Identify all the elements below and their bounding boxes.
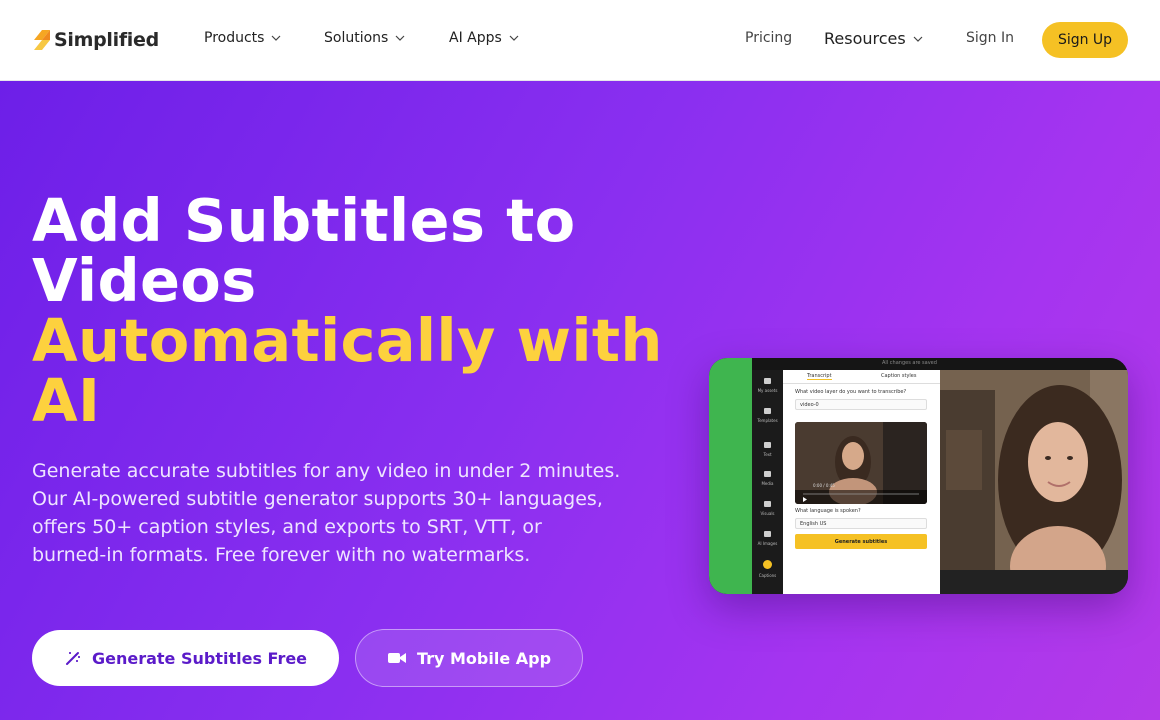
panel-video-thumbnail: 0:00 / 0:45 — [795, 422, 927, 504]
sidebar-item-label: My assets — [757, 388, 778, 393]
captions-icon — [763, 560, 772, 569]
hero-title-line-1: Add Subtitles to — [32, 186, 576, 255]
grid-icon — [764, 408, 771, 414]
sidebar-item-text: Text — [752, 442, 783, 457]
text-icon — [764, 442, 771, 448]
nav-products[interactable]: Products — [204, 30, 282, 46]
timeline-bar — [940, 570, 1128, 594]
crown-icon — [764, 501, 771, 507]
player-time: 0:00 / 0:45 — [813, 483, 835, 488]
editor-sidebar: My assets Templates Text Media Visuals A… — [752, 370, 783, 594]
sidebar-item-label: Text — [763, 452, 772, 457]
top-navigation: Simplified Products Solutions AI Apps Pr… — [0, 0, 1160, 81]
video-camera-icon — [387, 653, 406, 663]
simplified-logo-icon — [32, 28, 52, 52]
sidebar-item-captions: Captions — [752, 560, 783, 578]
sign-up-button[interactable]: Sign Up — [1042, 22, 1128, 58]
green-screen-strip — [709, 358, 752, 594]
magic-wand-icon — [65, 652, 80, 665]
brand-logo[interactable]: Simplified — [32, 28, 159, 52]
nav-resources-label: Resources — [824, 29, 906, 48]
hero-description: Generate accurate subtitles for any vide… — [32, 460, 621, 566]
sign-in-label: Sign In — [966, 30, 1014, 46]
hero-title-highlight-2: AI — [32, 366, 101, 435]
subtitle-editor-preview: All changes are saved My assets Template… — [709, 358, 1128, 594]
nav-resources[interactable]: Resources — [824, 29, 924, 48]
tab-transcript: Transcript — [807, 373, 832, 380]
brand-name: Simplified — [54, 29, 159, 51]
nav-pricing[interactable]: Pricing — [745, 30, 792, 46]
nav-ai-apps[interactable]: AI Apps — [449, 30, 520, 46]
sidebar-item-visuals: Visuals — [752, 501, 783, 516]
sidebar-item-label: Visuals — [760, 511, 775, 516]
tab-caption-styles: Caption styles — [881, 373, 917, 379]
folder-icon — [764, 378, 771, 384]
language-select: English US — [795, 518, 927, 529]
image-icon — [764, 471, 771, 477]
generate-subtitles-label: Generate Subtitles Free — [91, 648, 308, 668]
sidebar-item-label: AI Images — [757, 541, 778, 546]
sidebar-item-label: Templates — [757, 418, 778, 423]
try-mobile-app-label: Try Mobile App — [416, 648, 552, 668]
panel-tabs: Transcript Caption styles — [783, 370, 940, 384]
nav-ai-apps-label: AI Apps — [449, 30, 502, 46]
video-layer-select: video-0 — [795, 399, 927, 410]
sidebar-item-ai-images: AI Images — [752, 531, 783, 546]
editor-topbar: All changes are saved — [752, 358, 1128, 370]
chevron-down-icon — [272, 35, 281, 41]
sidebar-item-media: Media — [752, 471, 783, 486]
sidebar-item-label: Captions — [758, 573, 777, 578]
hero-section: Add Subtitles to Videos Automatically wi… — [0, 81, 1160, 720]
sidebar-item-label: Media — [761, 481, 774, 486]
wand-icon — [764, 531, 771, 537]
main-video-preview — [940, 370, 1128, 570]
transcribe-panel: What video layer do you want to transcri… — [783, 384, 940, 594]
save-status: All changes are saved — [882, 360, 937, 366]
try-mobile-app-button[interactable]: Try Mobile App — [355, 629, 583, 687]
generate-subtitles-preview-button: Generate subtitles — [795, 534, 927, 549]
language-question: What language is spoken? — [795, 508, 861, 514]
chevron-down-icon — [913, 36, 923, 42]
video-layer-question: What video layer do you want to transcri… — [795, 389, 907, 395]
nav-products-label: Products — [204, 30, 265, 46]
generate-subtitles-button[interactable]: Generate Subtitles Free — [32, 630, 339, 686]
sign-in-link[interactable]: Sign In — [966, 30, 1014, 46]
sidebar-item-assets: My assets — [752, 378, 783, 393]
nav-solutions-label: Solutions — [324, 30, 389, 46]
chevron-down-icon — [509, 35, 519, 41]
hero-title: Add Subtitles to Videos Automatically wi… — [32, 191, 672, 431]
chevron-down-icon — [395, 35, 405, 41]
nav-solutions[interactable]: Solutions — [324, 30, 406, 46]
sidebar-item-templates: Templates — [752, 408, 783, 423]
hero-title-line-2: Videos — [32, 246, 257, 315]
hero-title-highlight-1: Automatically with — [32, 306, 663, 375]
nav-pricing-label: Pricing — [745, 30, 793, 46]
